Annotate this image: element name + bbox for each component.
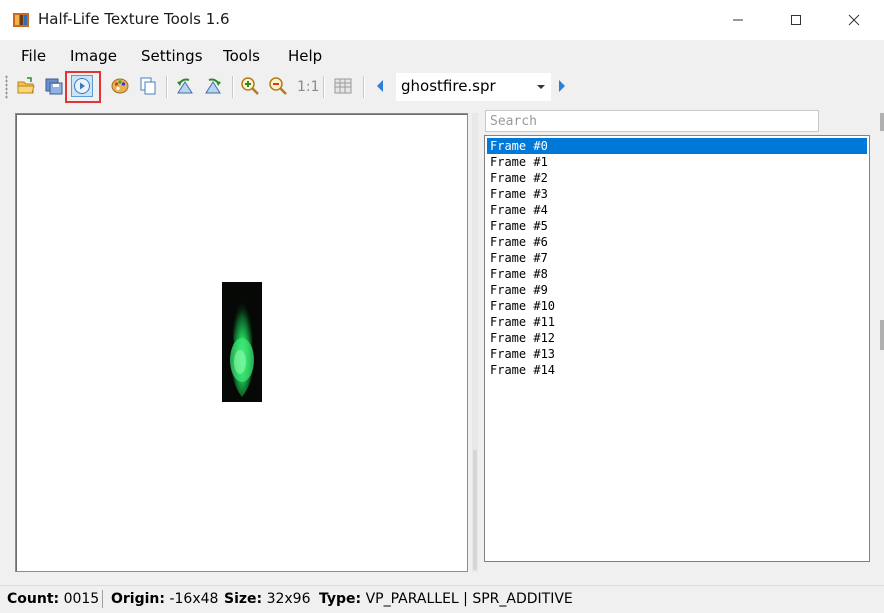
list-item[interactable]: Frame #3 bbox=[487, 186, 867, 202]
play-button-highlight bbox=[65, 71, 101, 103]
list-item[interactable]: Frame #9 bbox=[487, 282, 867, 298]
image-canvas[interactable] bbox=[15, 113, 468, 572]
status-type-value: VP_PARALLEL | SPR_ADDITIVE bbox=[365, 591, 573, 607]
menu-image[interactable]: Image bbox=[70, 47, 117, 65]
chevron-down-icon bbox=[537, 85, 545, 89]
grid-button[interactable] bbox=[332, 75, 354, 97]
sprite-preview bbox=[222, 282, 262, 402]
palette-button[interactable] bbox=[109, 75, 131, 97]
minimize-button[interactable] bbox=[709, 0, 767, 40]
status-size: Size: 32x96 bbox=[224, 591, 311, 607]
prev-arrow-icon bbox=[377, 80, 383, 92]
toolbar-separator bbox=[363, 76, 365, 98]
copy-button[interactable] bbox=[137, 75, 159, 97]
next-arrow-icon bbox=[559, 80, 565, 92]
status-origin: Origin: -16x48 bbox=[111, 591, 218, 607]
frame-list[interactable]: Frame #0 Frame #1 Frame #2 Frame #3 Fram… bbox=[484, 135, 870, 562]
menu-tools[interactable]: Tools bbox=[223, 47, 260, 65]
status-count-label: Count: bbox=[7, 591, 60, 607]
save-icon bbox=[45, 78, 63, 95]
list-item[interactable]: Frame #4 bbox=[487, 202, 867, 218]
maximize-icon bbox=[791, 15, 801, 25]
list-item[interactable]: Frame #1 bbox=[487, 154, 867, 170]
list-item[interactable]: Frame #14 bbox=[487, 362, 867, 378]
zoom-reset-button[interactable]: 1:1 bbox=[297, 79, 320, 95]
maximize-button[interactable] bbox=[767, 0, 825, 40]
list-item[interactable]: Frame #11 bbox=[487, 314, 867, 330]
status-origin-value: -16x48 bbox=[169, 591, 219, 607]
zoom-in-icon bbox=[241, 77, 259, 95]
rotate-right-icon bbox=[205, 78, 221, 94]
palette-icon bbox=[111, 78, 129, 94]
list-item[interactable]: Frame #2 bbox=[487, 170, 867, 186]
close-icon bbox=[848, 14, 860, 26]
menu-file[interactable]: File bbox=[21, 47, 46, 65]
list-item[interactable]: Frame #0 bbox=[487, 138, 867, 154]
title-bar: Half-Life Texture Tools 1.6 bbox=[0, 0, 884, 40]
open-button[interactable] bbox=[15, 75, 37, 97]
list-item[interactable]: Frame #7 bbox=[487, 250, 867, 266]
list-item[interactable]: Frame #6 bbox=[487, 234, 867, 250]
status-bar: Count: 0015 Origin: -16x48 Size: 32x96 T… bbox=[0, 585, 884, 613]
rotate-right-button[interactable] bbox=[202, 75, 224, 97]
rotate-left-button[interactable] bbox=[174, 75, 196, 97]
app-icon bbox=[12, 11, 30, 29]
status-origin-label: Origin: bbox=[111, 591, 165, 607]
status-type-label: Type: bbox=[319, 591, 362, 607]
window-edge bbox=[880, 113, 884, 131]
status-size-label: Size: bbox=[224, 591, 263, 607]
window-title: Half-Life Texture Tools 1.6 bbox=[38, 10, 230, 28]
rotate-left-icon bbox=[177, 78, 193, 94]
minimize-icon bbox=[733, 19, 743, 21]
save-button[interactable] bbox=[43, 75, 65, 97]
prev-button[interactable] bbox=[369, 75, 391, 97]
copy-icon bbox=[140, 77, 156, 95]
status-type: Type: VP_PARALLEL | SPR_ADDITIVE bbox=[319, 591, 573, 607]
toolbar-separator bbox=[166, 76, 168, 98]
status-separator bbox=[102, 590, 103, 608]
splitter-scroll-thumb[interactable] bbox=[473, 450, 477, 570]
menu-settings[interactable]: Settings bbox=[141, 47, 203, 65]
toolbar-separator bbox=[232, 76, 234, 98]
open-folder-icon bbox=[17, 77, 35, 94]
window-edge bbox=[880, 320, 884, 350]
zoom-out-button[interactable] bbox=[267, 75, 289, 97]
list-item[interactable]: Frame #5 bbox=[487, 218, 867, 234]
status-size-value: 32x96 bbox=[266, 591, 311, 607]
grid-icon bbox=[334, 78, 352, 94]
menu-help[interactable]: Help bbox=[288, 47, 322, 65]
zoom-in-button[interactable] bbox=[239, 75, 261, 97]
list-item[interactable]: Frame #13 bbox=[487, 346, 867, 362]
status-count: Count: 0015 bbox=[7, 591, 99, 607]
file-select[interactable]: ghostfire.spr bbox=[396, 73, 551, 101]
status-count-value: 0015 bbox=[63, 591, 100, 607]
toolbar-separator bbox=[323, 76, 325, 98]
list-item[interactable]: Frame #10 bbox=[487, 298, 867, 314]
list-item[interactable]: Frame #12 bbox=[487, 330, 867, 346]
file-select-value: ghostfire.spr bbox=[401, 77, 496, 95]
zoom-out-icon bbox=[269, 77, 287, 95]
list-item[interactable]: Frame #8 bbox=[487, 266, 867, 282]
next-button[interactable] bbox=[551, 75, 573, 97]
menu-bar: File Image Settings Tools Help bbox=[0, 40, 884, 70]
toolbar-grip[interactable] bbox=[5, 75, 8, 99]
search-input[interactable] bbox=[485, 110, 819, 132]
close-button[interactable] bbox=[825, 0, 883, 40]
